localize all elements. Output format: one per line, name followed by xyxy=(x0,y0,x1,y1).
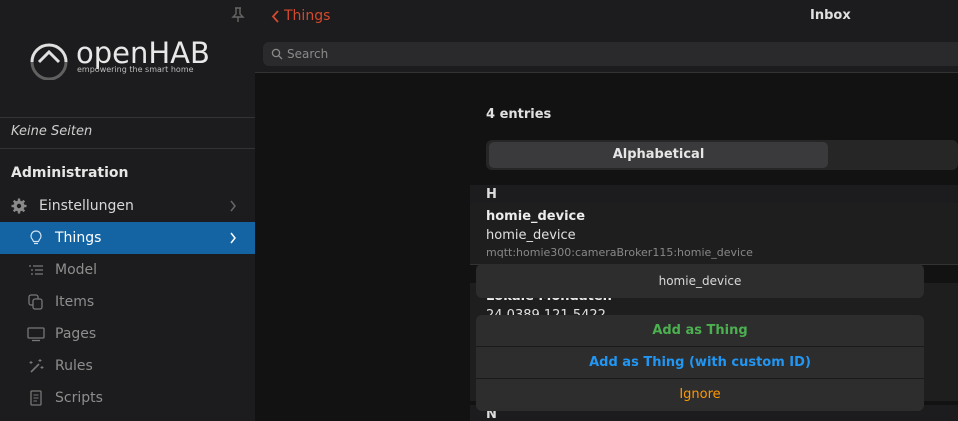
search-icon xyxy=(271,48,283,60)
sort-alphabetical-button[interactable]: Alphabetical xyxy=(489,142,828,168)
item-subtitle: homie_device xyxy=(486,228,576,243)
add-as-thing-custom-id-button[interactable]: Add as Thing (with custom ID) xyxy=(476,347,924,379)
lightbulb-icon xyxy=(30,230,42,245)
sidebar-item-rules[interactable]: Rules xyxy=(0,350,255,382)
sidebar-item-label: Rules xyxy=(55,358,93,374)
chevron-right-icon xyxy=(230,232,236,244)
pin-icon[interactable] xyxy=(231,7,245,23)
sidebar-item-things[interactable]: Things xyxy=(0,222,255,254)
search-input[interactable] xyxy=(287,45,887,63)
chevron-left-icon xyxy=(271,9,279,23)
chevron-right-icon xyxy=(230,200,236,212)
sidebar-item-label: Things xyxy=(55,230,102,246)
entries-count: 4 entries xyxy=(486,107,552,122)
list-item[interactable]: homie_device homie_device mqtt:homie300:… xyxy=(470,203,958,264)
gear-icon xyxy=(11,198,27,214)
magic-wand-icon xyxy=(29,359,44,373)
search-bar xyxy=(263,42,958,66)
sidebar: openHAB empowering the smart home Keine … xyxy=(0,0,255,421)
navbar: Things Inbox xyxy=(255,0,958,73)
sidebar-item-model[interactable]: Model xyxy=(0,254,255,286)
sidebar-item-items[interactable]: Items xyxy=(0,286,255,318)
divider xyxy=(0,148,255,149)
back-link-label: Things xyxy=(284,8,331,24)
logo-tagline: empowering the smart home xyxy=(77,65,194,74)
action-sheet-label: homie_device xyxy=(476,264,924,298)
action-sheet: Add as Thing Add as Thing (with custom I… xyxy=(476,315,924,411)
openhab-logo[interactable]: openHAB empowering the smart home xyxy=(26,32,226,81)
sort-segmented-control: Alphabetical xyxy=(486,140,958,170)
app-window: openHAB empowering the smart home Keine … xyxy=(0,0,958,421)
sidebar-item-label: Items xyxy=(55,294,95,310)
sidebar-item-scripts[interactable]: Scripts xyxy=(0,382,255,414)
section-title-administration: Administration xyxy=(11,165,129,181)
group-header-h: H xyxy=(470,185,958,203)
monitor-icon xyxy=(27,327,45,342)
no-pages-text: Keine Seiten xyxy=(11,124,93,139)
divider xyxy=(0,117,255,118)
ignore-button[interactable]: Ignore xyxy=(476,379,924,411)
item-title: homie_device xyxy=(486,209,586,224)
list-icon xyxy=(29,265,43,275)
copy-icon xyxy=(28,294,43,310)
item-footer: mqtt:homie300:cameraBroker115:homie_devi… xyxy=(486,246,753,259)
openhab-logo-icon xyxy=(30,43,68,81)
sidebar-item-pages[interactable]: Pages xyxy=(0,318,255,350)
sidebar-item-label: Einstellungen xyxy=(39,198,134,214)
add-as-thing-button[interactable]: Add as Thing xyxy=(476,315,924,347)
document-icon xyxy=(30,390,42,406)
sidebar-item-label: Scripts xyxy=(55,390,103,406)
back-link[interactable]: Things xyxy=(271,8,330,24)
sidebar-item-einstellungen[interactable]: Einstellungen xyxy=(0,190,255,222)
page-title: Inbox xyxy=(810,8,851,23)
sidebar-item-label: Model xyxy=(55,262,98,278)
sidebar-item-label: Pages xyxy=(55,326,97,342)
group-letter: H xyxy=(486,187,497,202)
